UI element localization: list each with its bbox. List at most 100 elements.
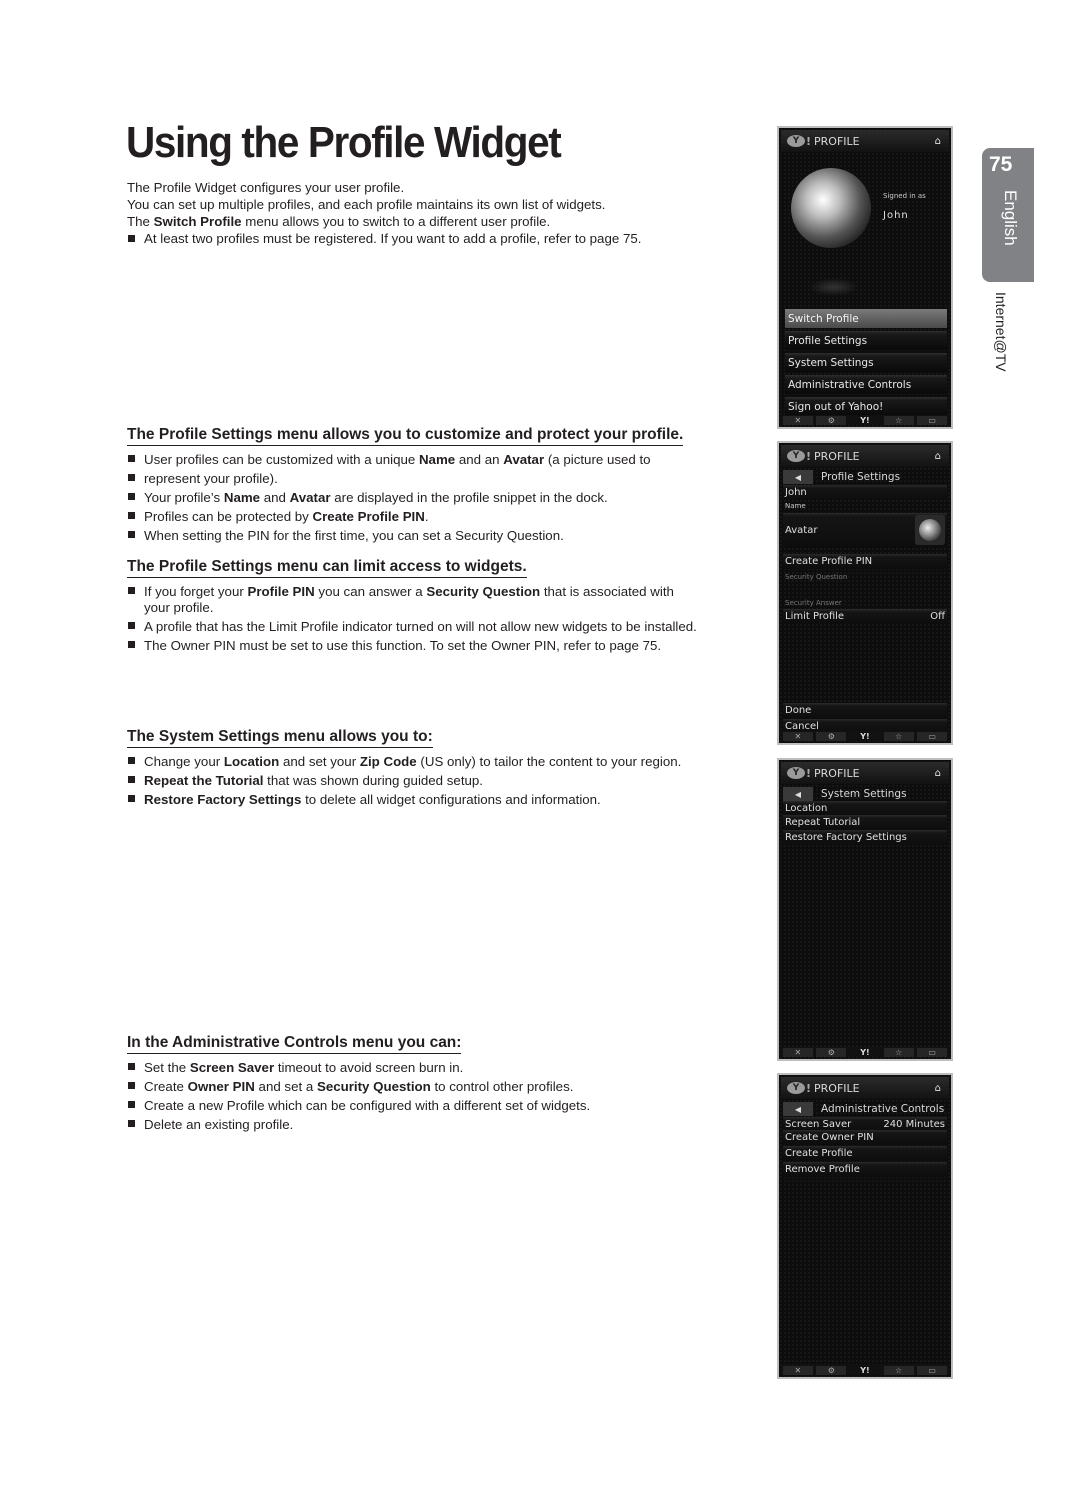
text: Create xyxy=(144,1079,188,1094)
security-question-field[interactable]: Security Question xyxy=(783,569,947,584)
bullet-item: User profiles can be customized with a u… xyxy=(127,450,727,469)
text: to control other profiles. xyxy=(430,1079,574,1094)
menu-item-location[interactable]: Location xyxy=(783,801,947,816)
menu-item-sign-out[interactable]: Sign out of Yahoo! xyxy=(785,397,947,416)
menu-item-repeat-tutorial[interactable]: Repeat Tutorial xyxy=(783,815,947,830)
home-icon[interactable]: ⌂ xyxy=(935,451,941,462)
text: menu allows you to switch to a different… xyxy=(241,214,551,229)
window-icon[interactable]: ▭ xyxy=(917,1365,948,1375)
yahoo-dock-icon[interactable]: Y! xyxy=(850,1048,880,1057)
bullet-item: Delete an existing profile. xyxy=(127,1115,727,1134)
bullet-item: A profile that has the Limit Profile ind… xyxy=(127,617,727,636)
text: User profiles can be customized with a u… xyxy=(144,452,419,467)
label: Done xyxy=(785,705,812,716)
text: timeout to avoid screen burn in. xyxy=(274,1060,464,1075)
back-icon[interactable]: ◀ xyxy=(783,470,813,484)
yahoo-dock-icon[interactable]: Y! xyxy=(850,416,880,425)
panel-header: Y ! PROFILE ⌂ xyxy=(781,762,949,784)
done-button[interactable]: Done xyxy=(783,703,947,718)
menu-item-profile-settings[interactable]: Profile Settings xyxy=(785,331,947,350)
section-heading: In the Administrative Controls menu you … xyxy=(127,1034,462,1054)
label: Create Profile xyxy=(785,1148,853,1159)
term: Restore Factory Settings xyxy=(144,792,302,807)
menu-item-system-settings[interactable]: System Settings xyxy=(785,353,947,372)
yahoo-bang-icon: ! xyxy=(806,134,812,148)
signed-in-user: John xyxy=(883,210,909,221)
favorite-icon[interactable]: ☆ xyxy=(883,731,914,741)
menu-item-create-owner-pin[interactable]: Create Owner PIN xyxy=(783,1130,947,1145)
name-value: John xyxy=(785,487,807,498)
favorite-icon[interactable]: ☆ xyxy=(883,1047,914,1057)
term: Location xyxy=(223,754,280,769)
dock-bar: ✕ ⚙ Y! ☆ ▭ xyxy=(781,731,949,741)
bullet-item: Repeat the Tutorial that was shown durin… xyxy=(127,771,727,790)
sub-header: ◀ System Settings xyxy=(783,786,947,802)
text: you can answer a xyxy=(314,584,427,599)
tv-panel-profile-main: Y ! PROFILE ⌂ Signed in as John Switch P… xyxy=(777,126,953,429)
menu-item-restore-factory[interactable]: Restore Factory Settings xyxy=(783,830,947,845)
yahoo-logo-icon: Y xyxy=(787,450,805,462)
favorite-icon[interactable]: ☆ xyxy=(883,415,914,425)
text: that is associated with xyxy=(540,584,674,599)
yahoo-logo-icon: Y xyxy=(787,1082,805,1094)
close-icon[interactable]: ✕ xyxy=(782,1047,813,1057)
label: Security Answer xyxy=(785,598,842,607)
label: Create Profile PIN xyxy=(785,556,873,567)
close-icon[interactable]: ✕ xyxy=(782,415,813,425)
term: Security Question xyxy=(426,584,541,599)
term: Profile PIN xyxy=(247,584,315,599)
term: Screen Saver xyxy=(189,1060,275,1075)
text: Set the xyxy=(144,1060,190,1075)
dock-bar: ✕ ⚙ Y! ☆ ▭ xyxy=(781,1365,949,1375)
create-profile-pin[interactable]: Create Profile PIN xyxy=(783,554,947,569)
limit-profile-value: Off xyxy=(930,611,945,622)
back-icon[interactable]: ◀ xyxy=(783,1102,813,1116)
window-icon[interactable]: ▭ xyxy=(917,731,948,741)
text: If you forget your xyxy=(144,584,248,599)
window-icon[interactable]: ▭ xyxy=(917,1047,948,1057)
label: Name xyxy=(785,501,806,510)
home-icon[interactable]: ⌂ xyxy=(935,768,941,779)
dock-bar: ✕ ⚙ Y! ☆ ▭ xyxy=(781,415,949,425)
term-switch-profile: Switch Profile xyxy=(153,214,242,229)
intro-text: The Profile Widget configures your user … xyxy=(127,179,747,247)
window-icon[interactable]: ▭ xyxy=(917,415,948,425)
panel-header: Y ! PROFILE ⌂ xyxy=(781,445,949,467)
sub-title: System Settings xyxy=(821,788,907,800)
close-icon[interactable]: ✕ xyxy=(782,731,813,741)
menu-item-admin-controls[interactable]: Administrative Controls xyxy=(785,375,947,394)
text: and set your xyxy=(279,754,360,769)
settings-icon[interactable]: ⚙ xyxy=(816,415,847,425)
settings-icon[interactable]: ⚙ xyxy=(816,1365,847,1375)
settings-icon[interactable]: ⚙ xyxy=(816,731,847,741)
sub-header: ◀ Profile Settings xyxy=(783,469,947,485)
yahoo-dock-icon[interactable]: Y! xyxy=(850,732,880,741)
menu-item-create-profile[interactable]: Create Profile xyxy=(783,1146,947,1161)
label: Screen Saver xyxy=(785,1119,852,1130)
bullet-item: When setting the PIN for the first time,… xyxy=(127,526,727,545)
term: Zip Code xyxy=(359,754,417,769)
home-icon[interactable]: ⌂ xyxy=(935,136,941,147)
text: Profiles can be protected by xyxy=(144,509,313,524)
section-profile-settings: The Profile Settings menu allows you to … xyxy=(127,425,727,545)
avatar-thumbnail[interactable] xyxy=(915,515,945,545)
menu-item-remove-profile[interactable]: Remove Profile xyxy=(783,1162,947,1177)
settings-icon[interactable]: ⚙ xyxy=(816,1047,847,1057)
favorite-icon[interactable]: ☆ xyxy=(883,1365,914,1375)
yahoo-dock-icon[interactable]: Y! xyxy=(850,1366,880,1375)
panel-title: PROFILE xyxy=(814,766,860,780)
text: that was shown during guided setup. xyxy=(263,773,483,788)
menu-item-switch-profile[interactable]: Switch Profile xyxy=(785,309,947,328)
signed-in-label: Signed in as xyxy=(883,192,926,200)
yahoo-bang-icon: ! xyxy=(806,1081,812,1095)
close-icon[interactable]: ✕ xyxy=(782,1365,813,1375)
screen-saver-value: 240 Minutes xyxy=(883,1119,945,1130)
label: Repeat Tutorial xyxy=(785,817,861,828)
home-icon[interactable]: ⌂ xyxy=(935,1083,941,1094)
limit-profile-toggle[interactable]: Limit Profile Off xyxy=(783,609,947,624)
intro-line: You can set up multiple profiles, and ea… xyxy=(127,197,606,212)
text: and xyxy=(260,490,290,505)
security-answer-field[interactable]: Security Answer xyxy=(783,595,947,610)
back-icon[interactable]: ◀ xyxy=(783,787,813,801)
label: Security Question xyxy=(785,572,848,581)
